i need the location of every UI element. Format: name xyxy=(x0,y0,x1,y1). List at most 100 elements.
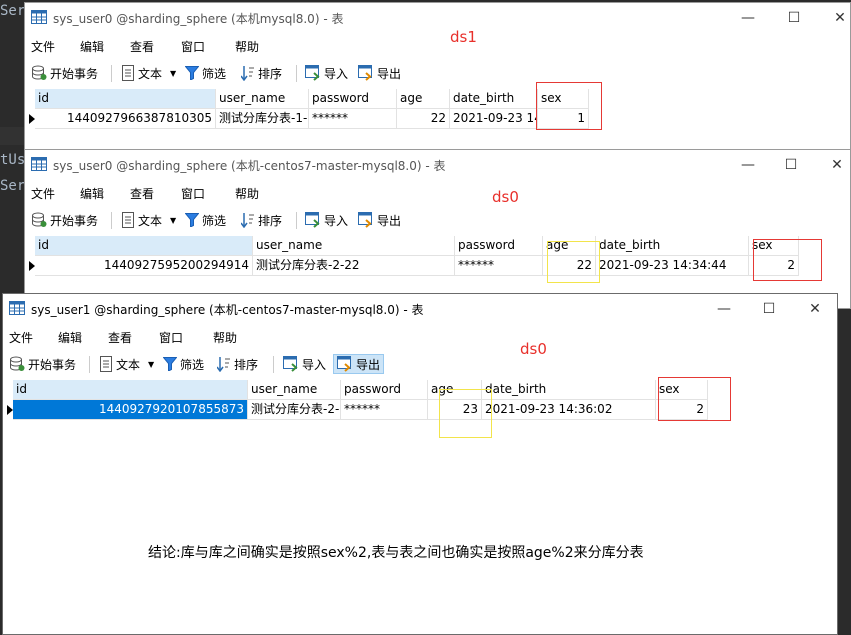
column-header-user-name[interactable]: user_name xyxy=(253,236,455,256)
export-button[interactable]: 导出 xyxy=(358,210,401,230)
close-button[interactable]: ✕ xyxy=(792,294,837,324)
maximize-button[interactable]: ☐ xyxy=(746,294,792,324)
maximize-icon: ☐ xyxy=(787,10,801,26)
filter-icon xyxy=(185,213,199,227)
text-button[interactable]: 文本 ▼ xyxy=(121,63,176,83)
column-header-password[interactable]: password xyxy=(341,380,428,400)
text-button[interactable]: 文本 ▼ xyxy=(99,354,154,374)
cell-age[interactable]: 22 xyxy=(397,109,450,129)
menu-file[interactable]: 文件 xyxy=(31,185,55,202)
cell-user-name[interactable]: 测试分库分表-1- xyxy=(216,109,309,129)
window-title: sys_user0 @sharding_sphere (本机-centos7-m… xyxy=(53,159,446,173)
cell-password[interactable]: ****** xyxy=(309,109,397,129)
minimize-button[interactable]: — xyxy=(725,3,771,33)
begin-transaction-button[interactable]: 开始事务 xyxy=(9,354,76,374)
import-label: 导入 xyxy=(324,66,349,81)
title-bar[interactable]: sys_user0 @sharding_sphere (本机mysql8.0) … xyxy=(25,3,850,33)
maximize-icon: ☐ xyxy=(762,301,776,317)
cell-date-birth[interactable]: 2021-09-23 14:34:44 xyxy=(596,256,749,276)
dropdown-arrow-icon: ▼ xyxy=(170,68,177,78)
begin-transaction-button[interactable]: 开始事务 xyxy=(31,63,98,83)
menu-window[interactable]: 窗口 xyxy=(159,329,183,346)
close-button[interactable]: ✕ xyxy=(814,150,850,180)
menu-file[interactable]: 文件 xyxy=(9,329,33,346)
toolbar-separator xyxy=(273,356,274,373)
sort-button[interactable]: 排序 xyxy=(217,354,258,374)
table-window-3: sys_user1 @sharding_sphere (本机-centos7-m… xyxy=(2,293,838,635)
begin-transaction-button[interactable]: 开始事务 xyxy=(31,210,98,230)
menu-edit[interactable]: 编辑 xyxy=(80,38,104,55)
cell-id[interactable]: 1440927966387810305 xyxy=(35,109,216,129)
column-header-password[interactable]: password xyxy=(455,236,543,256)
text-icon xyxy=(122,212,134,228)
cell-user-name[interactable]: 测试分库分表-2- xyxy=(248,400,341,420)
toolbar-separator xyxy=(89,356,90,373)
filter-icon xyxy=(185,66,199,80)
cell-id[interactable]: 1440927595200294914 xyxy=(35,256,253,276)
minimize-button[interactable]: — xyxy=(725,150,771,180)
begin-transaction-label: 开始事务 xyxy=(50,213,99,228)
filter-button[interactable]: 筛选 xyxy=(185,63,226,83)
text-button[interactable]: 文本 ▼ xyxy=(121,210,176,230)
sort-button[interactable]: 排序 xyxy=(241,210,282,230)
title-bar[interactable]: sys_user0 @sharding_sphere (本机-centos7-m… xyxy=(25,150,850,180)
table-row[interactable]: 1440927920107855873 测试分库分表-2- ****** 23 … xyxy=(13,400,708,420)
column-header-id[interactable]: id xyxy=(35,89,216,109)
column-header-age[interactable]: age xyxy=(397,89,450,109)
toolbar-separator xyxy=(296,65,297,82)
column-header-date-birth[interactable]: date_birth xyxy=(450,89,538,109)
cell-id[interactable]: 1440927920107855873 xyxy=(13,400,248,420)
menu-window[interactable]: 窗口 xyxy=(181,38,205,55)
filter-icon xyxy=(163,357,177,371)
export-button[interactable]: 导出 xyxy=(358,63,401,83)
table-row[interactable]: 1440927595200294914 测试分库分表-2-22 ****** 2… xyxy=(35,256,799,276)
import-button[interactable]: 导入 xyxy=(305,63,348,83)
menu-window[interactable]: 窗口 xyxy=(181,185,205,202)
menu-bar: 文件 编辑 查看 窗口 帮助 xyxy=(3,326,837,348)
cell-password[interactable]: ****** xyxy=(455,256,543,276)
cell-user-name[interactable]: 测试分库分表-2-22 xyxy=(253,256,455,276)
menu-view[interactable]: 查看 xyxy=(130,38,154,55)
menu-edit[interactable]: 编辑 xyxy=(58,329,82,346)
menu-edit[interactable]: 编辑 xyxy=(80,185,104,202)
menu-view[interactable]: 查看 xyxy=(130,185,154,202)
grid-header: id user_name password age date_birth sex xyxy=(35,236,799,256)
toolbar: 开始事务 文本 ▼ 筛选 排序 导入 导出 xyxy=(3,351,837,377)
filter-label: 筛选 xyxy=(202,213,227,228)
column-header-id[interactable]: id xyxy=(13,380,248,400)
import-label: 导入 xyxy=(302,357,327,372)
filter-label: 筛选 xyxy=(180,357,205,372)
menu-view[interactable]: 查看 xyxy=(108,329,132,346)
table-row[interactable]: 1440927966387810305 测试分库分表-1- ****** 22 … xyxy=(35,109,589,129)
minimize-button[interactable]: — xyxy=(701,294,747,324)
maximize-button[interactable]: ☐ xyxy=(768,150,814,180)
text-label: 文本 xyxy=(116,357,141,372)
filter-button[interactable]: 筛选 xyxy=(185,210,226,230)
menu-file[interactable]: 文件 xyxy=(31,38,55,55)
filter-button[interactable]: 筛选 xyxy=(163,354,204,374)
cell-password[interactable]: ****** xyxy=(341,400,428,420)
sort-icon xyxy=(241,213,254,228)
close-button[interactable]: ✕ xyxy=(817,3,850,33)
cell-date-birth[interactable]: 2021-09-23 14:36:02 xyxy=(482,400,656,420)
sex-highlight-box xyxy=(536,82,602,130)
menu-help[interactable]: 帮助 xyxy=(235,185,259,202)
menu-help[interactable]: 帮助 xyxy=(213,329,237,346)
column-header-password[interactable]: password xyxy=(309,89,397,109)
conclusion-text: 结论:库与库之间确实是按照sex%2,表与表之间也确实是按照age%2来分库分表 xyxy=(148,545,644,561)
import-button[interactable]: 导入 xyxy=(305,210,348,230)
column-header-user-name[interactable]: user_name xyxy=(248,380,341,400)
title-bar[interactable]: sys_user1 @sharding_sphere (本机-centos7-m… xyxy=(3,294,837,324)
column-header-user-name[interactable]: user_name xyxy=(216,89,309,109)
menu-help[interactable]: 帮助 xyxy=(235,38,259,55)
text-icon xyxy=(122,65,134,81)
column-header-date-birth[interactable]: date_birth xyxy=(482,380,656,400)
sort-button[interactable]: 排序 xyxy=(241,63,282,83)
cell-date-birth[interactable]: 2021-09-23 14: xyxy=(450,109,538,129)
menu-bar: 文件 编辑 查看 窗口 帮助 xyxy=(25,182,850,204)
import-button[interactable]: 导入 xyxy=(283,354,326,374)
export-button[interactable]: 导出 xyxy=(333,354,385,374)
column-header-date-birth[interactable]: date_birth xyxy=(596,236,749,256)
maximize-button[interactable]: ☐ xyxy=(771,3,817,33)
column-header-id[interactable]: id xyxy=(35,236,253,256)
